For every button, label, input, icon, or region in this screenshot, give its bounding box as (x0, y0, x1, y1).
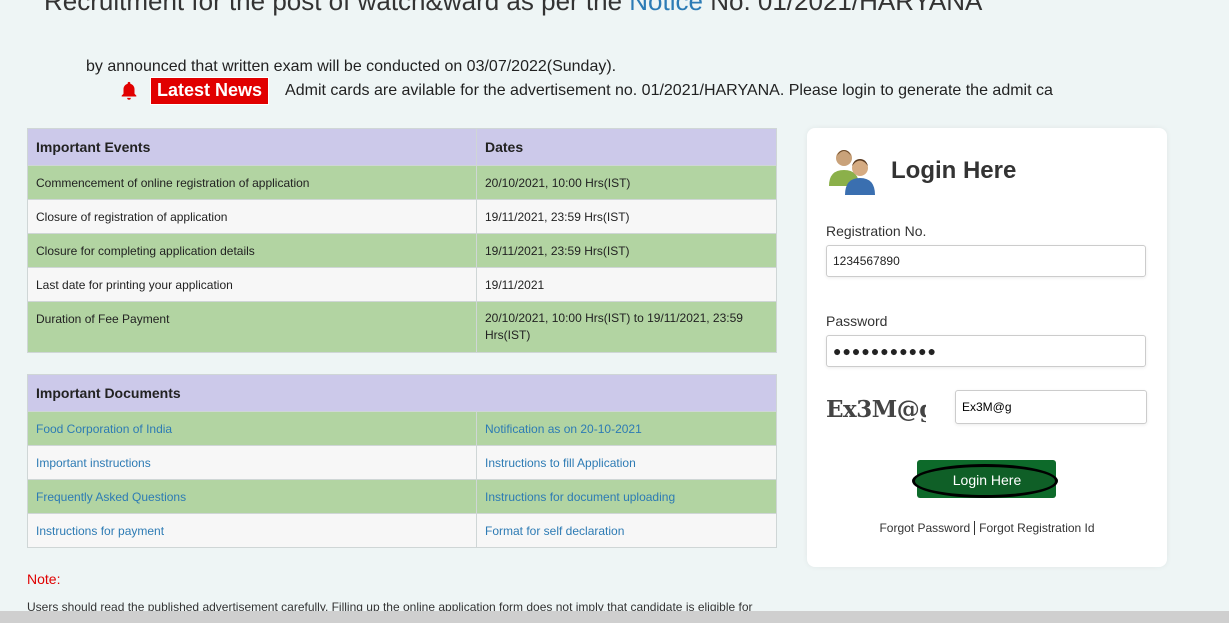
table-row: Important instructions Instructions to f… (27, 445, 777, 480)
date-cell: 20/10/2021, 10:00 Hrs(IST) (476, 165, 777, 200)
note-label: Note: (27, 571, 61, 587)
captcha-input[interactable] (955, 390, 1147, 424)
announcement-text: by announced that written exam will be c… (86, 58, 617, 75)
document-link[interactable]: Instructions for payment (27, 513, 477, 548)
latest-news-badge: Latest News (150, 77, 270, 105)
table-row: Closure of registration of application 1… (27, 199, 777, 234)
date-cell: 19/11/2021, 23:59 Hrs(IST) (476, 233, 777, 268)
page-title: Recruitment for the post of watch&ward a… (44, 0, 982, 17)
event-cell: Commencement of online registration of a… (27, 165, 477, 200)
event-cell: Closure for completing application detai… (27, 233, 477, 268)
password-label: Password (826, 313, 888, 329)
event-cell: Last date for printing your application (27, 267, 477, 302)
event-cell: Duration of Fee Payment (27, 301, 477, 353)
title-suffix: No. 01/2021/HARYANA (702, 0, 983, 16)
event-cell: Closure of registration of application (27, 199, 477, 234)
date-cell: 19/11/2021, 23:59 Hrs(IST) (476, 199, 777, 234)
horizontal-scrollbar[interactable] (0, 611, 1229, 623)
table-row: Food Corporation of India Notification a… (27, 411, 777, 446)
document-link[interactable]: Important instructions (27, 445, 477, 480)
registration-input[interactable] (826, 245, 1146, 277)
bell-icon (121, 81, 137, 100)
document-link[interactable]: Notification as on 20-10-2021 (476, 411, 777, 446)
table-row: Closure for completing application detai… (27, 233, 777, 268)
login-button[interactable]: Login Here (912, 458, 1062, 506)
document-link[interactable]: Frequently Asked Questions (27, 479, 477, 514)
date-cell: 20/10/2021, 10:00 Hrs(IST) to 19/11/2021… (476, 301, 777, 353)
captcha-image: Ex3M@g (826, 396, 926, 423)
table-row: Commencement of online registration of a… (27, 165, 777, 200)
password-input[interactable]: ●●●●●●●●●●● (826, 335, 1146, 367)
events-header: Important Events (27, 128, 477, 166)
login-title: Login Here (891, 157, 1017, 184)
login-header: Login Here (827, 146, 1016, 196)
document-link[interactable]: Food Corporation of India (27, 411, 477, 446)
table-row: Duration of Fee Payment 20/10/2021, 10:0… (27, 301, 777, 353)
forgot-links: Forgot Password Forgot Registration Id (807, 521, 1167, 535)
table-row: Instructions for payment Format for self… (27, 513, 777, 548)
table-row: Frequently Asked Questions Instructions … (27, 479, 777, 514)
login-button-label: Login Here (952, 472, 1022, 488)
forgot-registration-link[interactable]: Forgot Registration Id (979, 521, 1094, 535)
documents-header: Important Documents (27, 374, 777, 412)
table-row: Last date for printing your application … (27, 267, 777, 302)
dates-header: Dates (476, 128, 777, 166)
latest-news-text[interactable]: Admit cards are avilable for the adverti… (285, 82, 1111, 100)
document-link[interactable]: Instructions for document uploading (476, 479, 777, 514)
divider (974, 521, 976, 535)
document-link[interactable]: Format for self declaration (476, 513, 777, 548)
document-link[interactable]: Instructions to fill Application (476, 445, 777, 480)
title-prefix: Recruitment for the post of watch&ward a… (44, 0, 630, 16)
notice-link[interactable]: Notice (629, 0, 703, 16)
latest-news-bar: Latest News Admit cards are avilable for… (118, 77, 1111, 105)
important-events-table: Important Events Dates Commencement of o… (27, 128, 777, 353)
users-icon (829, 150, 875, 195)
forgot-password-link[interactable]: Forgot Password (879, 521, 970, 535)
registration-label: Registration No. (826, 223, 927, 239)
date-cell: 19/11/2021 (476, 267, 777, 302)
login-panel: Login Here Registration No. Password ●●●… (807, 128, 1167, 567)
important-documents-table: Important Documents Food Corporation of … (27, 374, 777, 548)
